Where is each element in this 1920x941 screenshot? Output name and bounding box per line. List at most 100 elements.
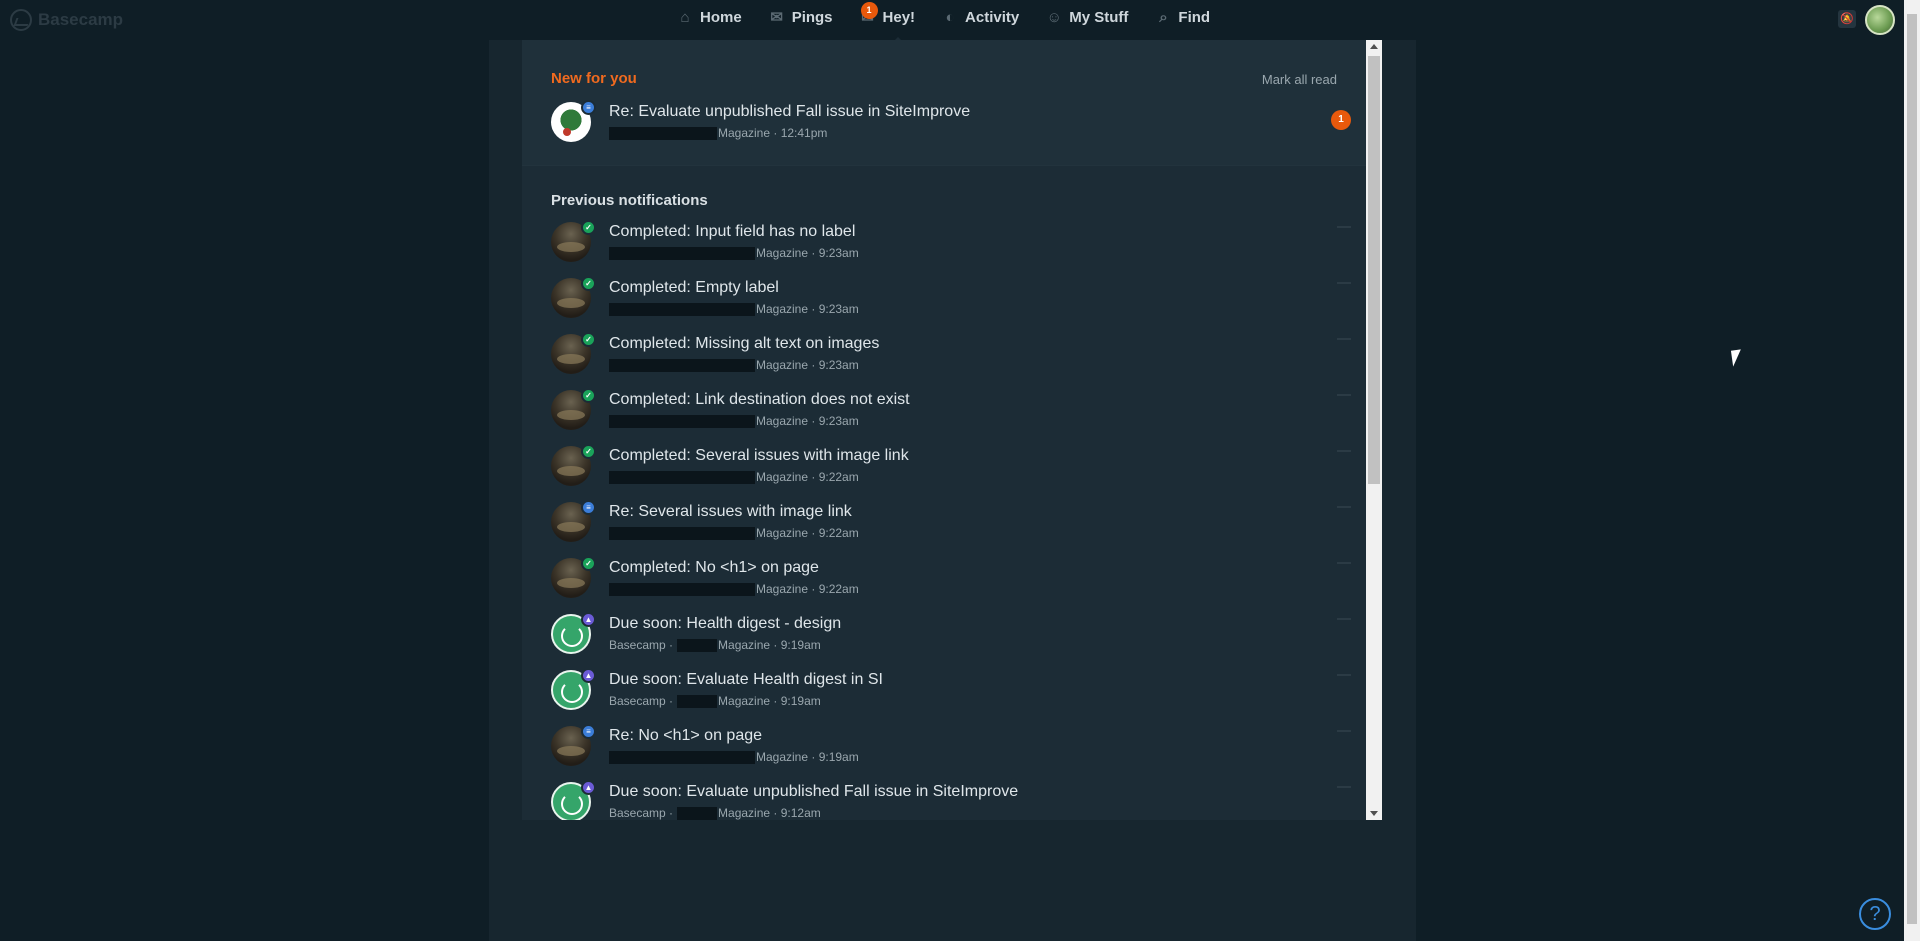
comment-icon: ≡ bbox=[581, 500, 596, 515]
notification-title: Completed: Empty label bbox=[609, 279, 779, 296]
check-icon: ✓ bbox=[581, 220, 596, 235]
notification-item[interactable]: ✓ Completed: Input field has no label Maga… bbox=[551, 220, 1351, 270]
notification-meta-text: Magazine · 9:23am bbox=[756, 246, 859, 260]
popover-scrollbar[interactable] bbox=[1366, 40, 1382, 820]
redacted-text bbox=[609, 302, 755, 316]
check-icon: ✓ bbox=[581, 444, 596, 459]
check-icon: ✓ bbox=[581, 388, 596, 403]
redacted-text bbox=[609, 526, 755, 540]
nav-activity[interactable]: ◐ Activity bbox=[941, 8, 1020, 26]
notification-meta: Magazine · 9:22am bbox=[609, 470, 859, 484]
read-indicator bbox=[1337, 618, 1351, 622]
notification-item[interactable]: ✓ Completed: Empty label Magazine · 9:23am bbox=[551, 276, 1351, 326]
read-indicator bbox=[1337, 786, 1351, 790]
notification-meta-text: Magazine · 9:22am bbox=[756, 582, 859, 596]
notification-title: Completed: Several issues with image lin… bbox=[609, 447, 909, 464]
read-indicator bbox=[1337, 730, 1351, 734]
mouse-cursor-icon bbox=[1730, 349, 1744, 367]
notification-meta-prefix: Basecamp · bbox=[609, 694, 674, 708]
notification-meta-text: Magazine · 9:23am bbox=[756, 358, 859, 372]
notification-meta-prefix: Basecamp · bbox=[609, 638, 674, 652]
notification-item[interactable]: ✓ Completed: Missing alt text on images Ma… bbox=[551, 332, 1351, 382]
notification-item[interactable]: ▲ Due soon: Evaluate unpublished Fall iss… bbox=[551, 780, 1351, 820]
redacted-text bbox=[609, 358, 755, 372]
notification-meta: Magazine · 9:19am bbox=[609, 750, 859, 764]
pings-icon: ✉ bbox=[770, 8, 783, 26]
user-avatar[interactable] bbox=[1865, 5, 1895, 35]
notification-item[interactable]: ≡ Re: Several issues with image link Magaz… bbox=[551, 500, 1351, 550]
basecamp-logo[interactable]: Basecamp bbox=[10, 9, 123, 31]
read-indicator bbox=[1337, 562, 1351, 566]
scroll-up-icon[interactable] bbox=[1370, 44, 1378, 49]
notification-title: Re: No <h1> on page bbox=[609, 727, 763, 744]
mark-all-read-button[interactable]: Mark all read bbox=[1262, 72, 1337, 87]
notification-item[interactable]: ▲ Due soon: Evaluate Health digest in SI B… bbox=[551, 668, 1351, 718]
notification-meta-text: Magazine · 9:23am bbox=[756, 302, 859, 316]
redacted-text bbox=[677, 806, 718, 820]
nav-home[interactable]: ⌂ Home bbox=[676, 9, 742, 26]
due-icon: ▲ bbox=[581, 780, 596, 795]
notification-title: Completed: Link destination does not exi… bbox=[609, 391, 910, 408]
notification-meta: Magazine · 9:23am bbox=[609, 358, 859, 372]
check-icon: ✓ bbox=[581, 276, 596, 291]
comment-icon: ≡ bbox=[581, 100, 596, 115]
due-icon: ▲ bbox=[581, 612, 596, 627]
nav-hey[interactable]: ✉ 1 Hey! bbox=[859, 2, 915, 46]
notification-meta: Basecamp · Magazine · 9:19am bbox=[609, 694, 821, 708]
nav-my-stuff[interactable]: ☺ My Stuff bbox=[1045, 8, 1129, 26]
notification-title: Completed: Missing alt text on images bbox=[609, 335, 880, 352]
top-navigation: Basecamp ⌂ Home ✉ Pings ✉ 1 Hey! ◐ Activ… bbox=[0, 0, 1920, 46]
notification-meta-text: Magazine · 9:22am bbox=[756, 470, 859, 484]
notification-title: Completed: No <h1> on page bbox=[609, 559, 819, 576]
main-nav: ⌂ Home ✉ Pings ✉ 1 Hey! ◐ Activity ☺ My … bbox=[676, 2, 1210, 46]
notification-meta-text: Magazine · 9:23am bbox=[756, 414, 859, 428]
notification-item[interactable]: ▲ Due soon: Health digest - design Basecam… bbox=[551, 612, 1351, 662]
scroll-down-icon[interactable] bbox=[1370, 811, 1378, 816]
brand-name: Basecamp bbox=[38, 10, 124, 29]
due-icon: ▲ bbox=[581, 668, 596, 683]
notification-title: Due soon: Health digest - design bbox=[609, 615, 842, 632]
search-icon: ⌕ bbox=[1159, 8, 1168, 26]
notification-meta-text: Magazine · 12:41pm bbox=[718, 126, 828, 140]
redacted-text bbox=[609, 750, 755, 764]
basecamp-logo-icon bbox=[10, 9, 32, 31]
notification-title: Re: Several issues with image link bbox=[609, 503, 852, 520]
read-indicator bbox=[1337, 450, 1351, 454]
redacted-text bbox=[609, 246, 755, 260]
nav-find[interactable]: ⌕ Find bbox=[1154, 9, 1210, 26]
nav-pings[interactable]: ✉ Pings bbox=[768, 8, 832, 26]
notification-item[interactable]: ≡ Re: Evaluate unpublished Fall issue in… bbox=[551, 100, 1351, 150]
notifications-off-icon[interactable]: 🔕 bbox=[1838, 10, 1856, 28]
notification-meta-text: Magazine · 9:22am bbox=[756, 526, 859, 540]
notification-meta: Magazine · 9:23am bbox=[609, 414, 859, 428]
read-indicator bbox=[1337, 338, 1351, 342]
notification-meta-text: Magazine · 9:19am bbox=[718, 694, 821, 708]
notification-item[interactable]: ✓ Completed: No <h1> on page Magazine · 9:… bbox=[551, 556, 1351, 606]
my-stuff-icon: ☺ bbox=[1046, 8, 1062, 26]
page-scrollbar[interactable] bbox=[1904, 0, 1920, 941]
notification-meta: Magazine · 9:23am bbox=[609, 246, 859, 260]
new-for-you-section: New for you Mark all read ≡ Re: Evaluate… bbox=[522, 40, 1367, 166]
new-for-you-heading: New for you bbox=[551, 70, 637, 87]
notification-title: Completed: Input field has no label bbox=[609, 223, 856, 240]
page-scrollbar-thumb[interactable] bbox=[1907, 14, 1917, 924]
popover-scrollbar-thumb[interactable] bbox=[1368, 56, 1380, 484]
unread-count-badge: 1 bbox=[1331, 110, 1351, 130]
notification-meta: Magazine · 9:23am bbox=[609, 302, 859, 316]
notification-item[interactable]: ✓ Completed: Link destination does not ex… bbox=[551, 388, 1351, 438]
notification-meta-text: Magazine · 9:12am bbox=[718, 806, 821, 820]
help-button[interactable]: ? bbox=[1859, 898, 1891, 930]
read-indicator bbox=[1337, 394, 1351, 398]
notification-item[interactable]: ✓ Completed: Several issues with image li… bbox=[551, 444, 1351, 494]
read-indicator bbox=[1337, 506, 1351, 510]
notification-title: Re: Evaluate unpublished Fall issue in S… bbox=[609, 103, 971, 120]
notification-meta: Magazine · 9:22am bbox=[609, 526, 859, 540]
nav-find-label: Find bbox=[1178, 9, 1211, 26]
nav-home-label: Home bbox=[700, 9, 742, 26]
activity-icon: ◐ bbox=[945, 8, 955, 26]
check-icon: ✓ bbox=[581, 332, 596, 347]
notification-item[interactable]: ≡ Re: No <h1> on page Magazine · 9:19am bbox=[551, 724, 1351, 774]
read-indicator bbox=[1337, 674, 1351, 678]
notification-meta-text: Magazine · 9:19am bbox=[718, 638, 821, 652]
redacted-text bbox=[609, 126, 717, 140]
